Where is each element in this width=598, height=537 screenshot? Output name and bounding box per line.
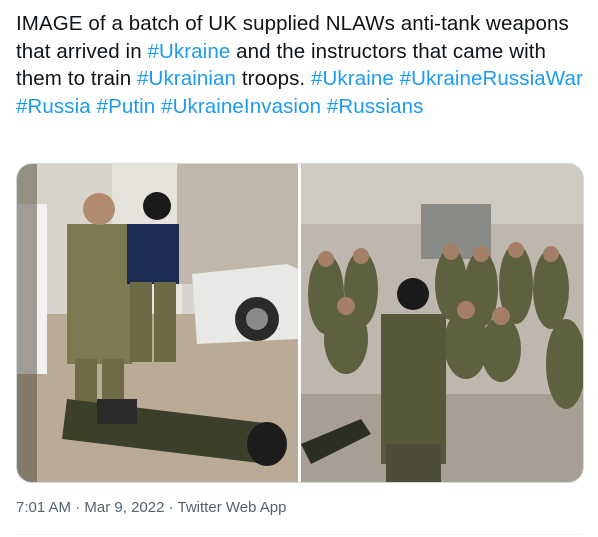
hashtag-link[interactable]: #Ukraine: [148, 40, 231, 63]
photo-troops-training[interactable]: [301, 164, 583, 482]
meta-separator: ·: [168, 499, 174, 516]
hashtag-link[interactable]: #Ukraine: [311, 67, 394, 90]
tweet-date[interactable]: Mar 9, 2022: [84, 499, 164, 516]
hashtag-link[interactable]: #UkraineInvasion: [161, 95, 321, 118]
hashtag-link[interactable]: #Russians: [327, 95, 424, 118]
tweet-time[interactable]: 7:01 AM: [16, 499, 71, 516]
photo-right-image: [301, 164, 583, 482]
photo-left-image: [17, 164, 298, 482]
tweet-metadata: 7:01 AM · Mar 9, 2022 · Twitter Web App: [16, 499, 286, 516]
tweet-text-segment: troops.: [236, 67, 312, 90]
media-grid: [16, 163, 584, 483]
hashtag-link[interactable]: #Putin: [97, 95, 156, 118]
divider: [16, 534, 582, 535]
photo-instructors-nlaw[interactable]: [17, 164, 298, 482]
hashtag-link[interactable]: #Russia: [16, 95, 91, 118]
meta-separator: ·: [75, 499, 81, 516]
tweet-source[interactable]: Twitter Web App: [178, 499, 287, 516]
hashtag-link[interactable]: #Ukrainian: [137, 67, 236, 90]
hashtag-link[interactable]: #UkraineRussiaWar: [400, 67, 583, 90]
tweet-text: IMAGE of a batch of UK supplied NLAWs an…: [16, 10, 586, 120]
